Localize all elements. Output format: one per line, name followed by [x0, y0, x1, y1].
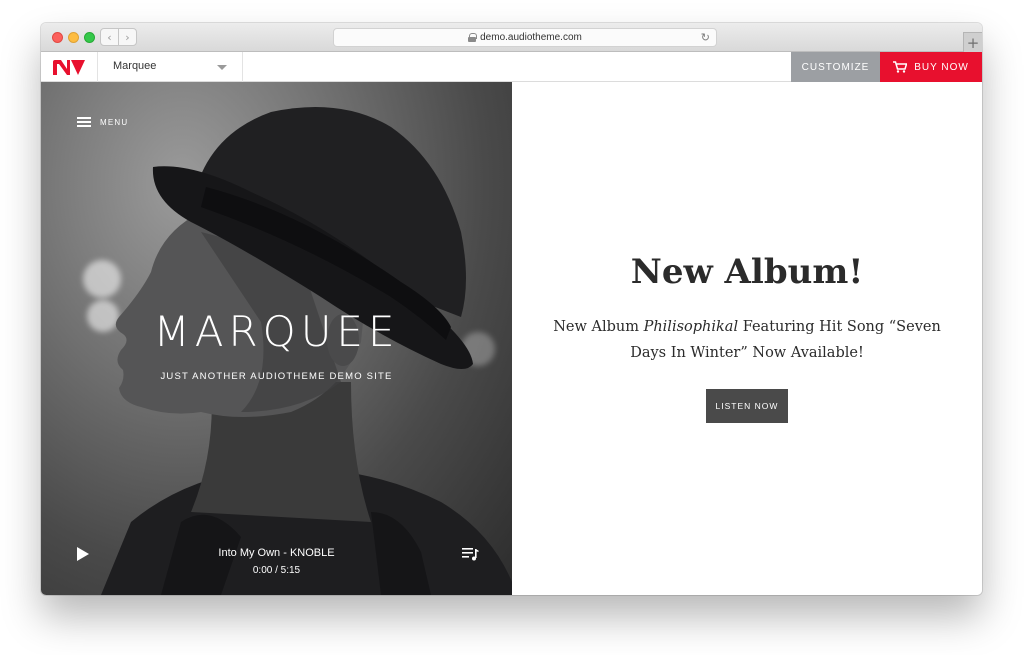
chevron-right-icon: ›	[125, 30, 130, 44]
hero-image-section: MENU MARQUEE JUST ANOTHER AUDIOTHEME DEM…	[41, 82, 512, 595]
back-button[interactable]: ‹	[100, 28, 119, 46]
featured-description: New Album Philisophikal Featuring Hit So…	[552, 314, 942, 366]
track-time: 0:00 / 5:15	[252, 565, 301, 576]
listen-now-button[interactable]: LISTEN NOW	[706, 389, 788, 423]
new-tab-button[interactable]: +	[963, 32, 982, 52]
browser-titlebar: ‹ › demo.audiotheme.com ↻ +	[41, 23, 982, 52]
customize-button[interactable]: CUSTOMIZE	[791, 52, 880, 82]
reload-icon[interactable]: ↻	[701, 31, 710, 44]
menu-label: MENU	[100, 117, 129, 127]
track-title: Into My Own - KNOBLE	[218, 547, 335, 559]
featured-description-text: New Album	[553, 319, 644, 335]
audiotheme-logo-icon	[53, 59, 85, 75]
forward-button[interactable]: ›	[118, 28, 137, 46]
featured-content: New Album! New Album Philisophikal Featu…	[512, 82, 982, 595]
menu-toggle[interactable]: MENU	[77, 117, 128, 127]
demo-bar: Marquee CUSTOMIZE BUY NOW	[41, 52, 982, 82]
site-title[interactable]: MARQUEE	[41, 307, 512, 356]
browser-window: ‹ › demo.audiotheme.com ↻ + Marquee CUST…	[41, 23, 982, 595]
buy-now-button-label: BUY NOW	[914, 61, 969, 73]
audiotheme-logo[interactable]	[41, 52, 98, 82]
address-bar-url: demo.audiotheme.com	[480, 32, 582, 43]
plus-icon: +	[966, 33, 980, 52]
close-window-button[interactable]	[52, 32, 63, 43]
hamburger-icon	[77, 117, 91, 127]
customize-button-label: CUSTOMIZE	[801, 61, 870, 73]
chevron-down-icon	[217, 65, 227, 70]
featured-heading: New Album!	[630, 252, 864, 292]
address-bar[interactable]: demo.audiotheme.com ↻	[333, 28, 717, 47]
chevron-left-icon: ‹	[107, 30, 112, 44]
listen-now-button-label: LISTEN NOW	[715, 401, 779, 411]
theme-select-value: Marquee	[113, 60, 157, 72]
cart-icon	[893, 61, 908, 73]
minimize-window-button[interactable]	[68, 32, 79, 43]
buy-now-button[interactable]: BUY NOW	[880, 52, 982, 82]
album-name: Philisophikal	[643, 319, 739, 335]
site-tagline: JUST ANOTHER AUDIOTHEME DEMO SITE	[160, 371, 393, 382]
playlist-icon[interactable]	[462, 547, 479, 561]
lock-icon	[468, 33, 478, 42]
theme-select[interactable]: Marquee	[98, 52, 243, 82]
zoom-window-button[interactable]	[84, 32, 95, 43]
